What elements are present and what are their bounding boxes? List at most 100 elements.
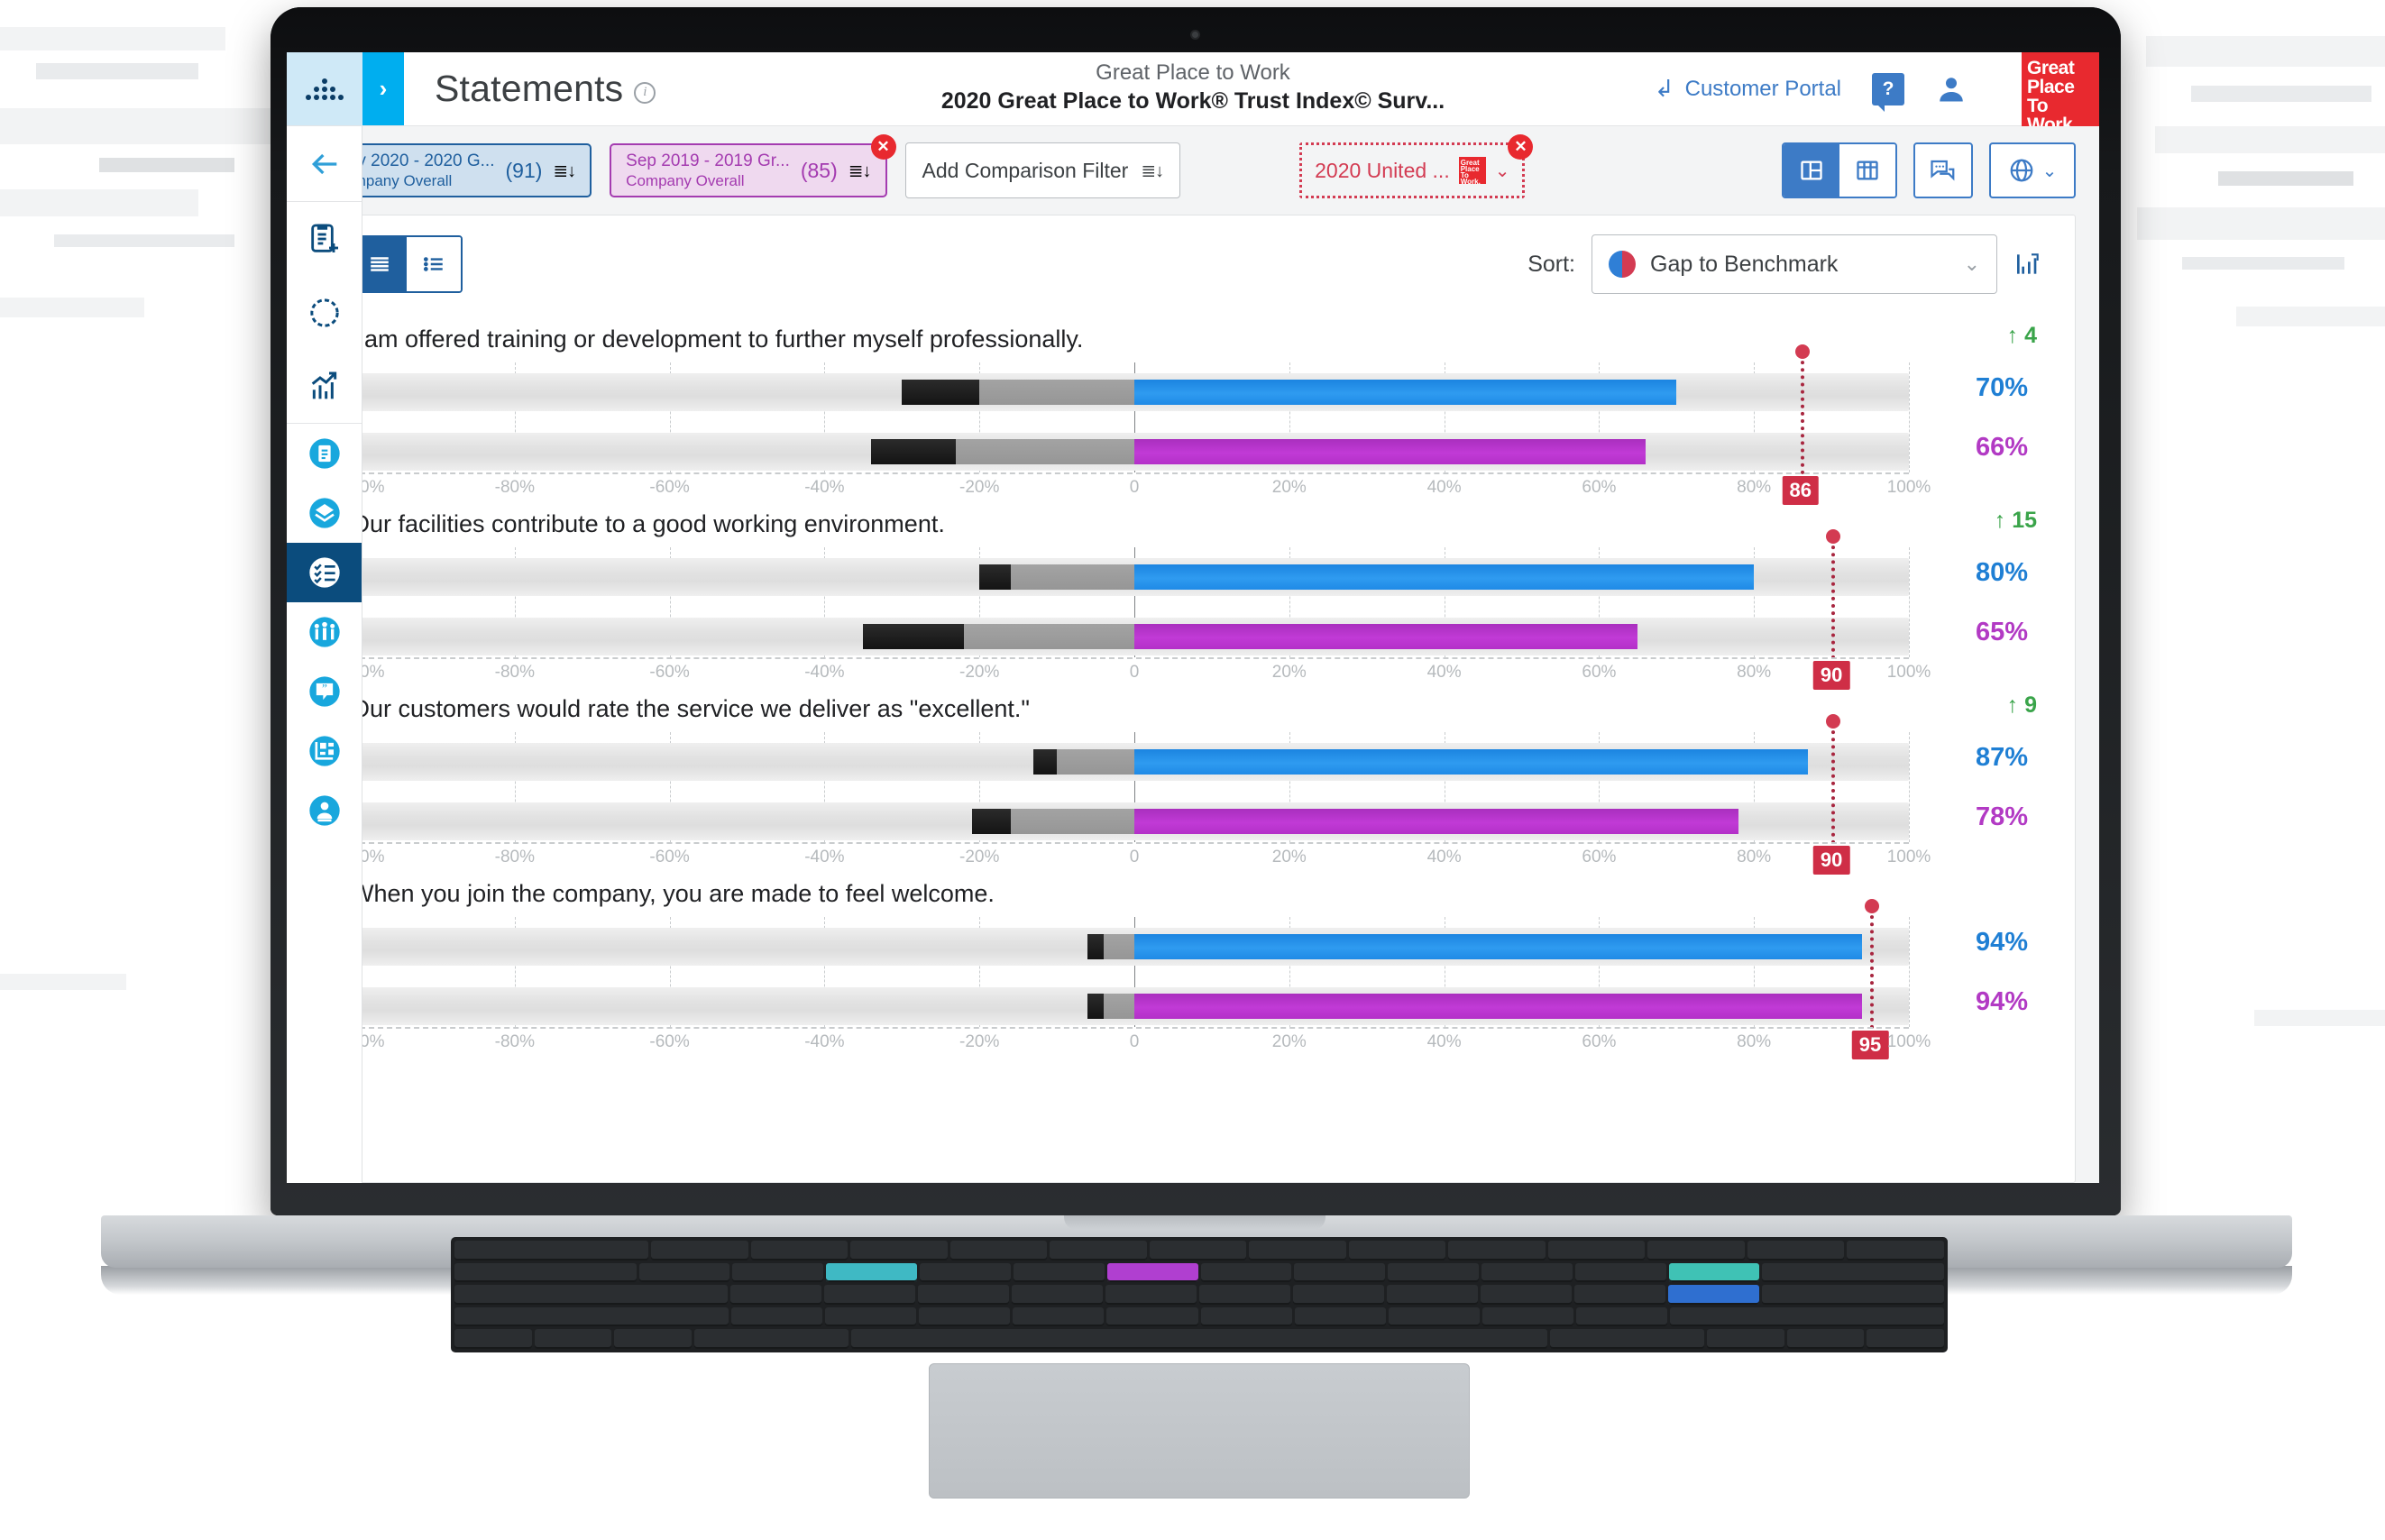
language-selector-button[interactable]: ⌄ [1989, 142, 2076, 198]
axis-tick-label: 20% [1271, 478, 1307, 497]
app-logo[interactable] [287, 52, 362, 125]
previous-percent-label: 94% [1975, 987, 2028, 1016]
statements-list[interactable]: I am offered training or development to … [318, 313, 2075, 1182]
sidebar-item-demographics[interactable] [287, 602, 362, 662]
neutral-segment [964, 624, 1134, 649]
neutral-segment [956, 439, 1134, 464]
filter-sort-icon[interactable]: ≣↓ [849, 160, 872, 182]
positive-segment [1134, 934, 1863, 959]
axis-tick-label: 20% [1271, 663, 1307, 682]
sidebar-back-button[interactable] [287, 126, 362, 202]
dots-logo-icon [306, 78, 344, 100]
chevron-down-icon: ⌄ [1963, 252, 1980, 275]
benchmark-dot-icon [1826, 529, 1841, 544]
neutral-segment [979, 380, 1134, 405]
gridline [1909, 547, 1910, 657]
statement-row[interactable]: Our customers would rate the service we … [318, 683, 2075, 875]
benchmark-selector[interactable]: 2020 United ... Great Place To Work. ⌄ ✕ [1299, 134, 1534, 198]
sidebar-item-survey-create[interactable] [287, 202, 362, 276]
remove-comparison-filter-button[interactable]: ✕ [870, 134, 896, 160]
axis-tick-label: 60% [1582, 1032, 1617, 1051]
benchmark-line [1831, 723, 1836, 844]
chevron-down-icon[interactable]: ⌄ [1495, 160, 1510, 182]
axis-tick-label: 20% [1271, 1032, 1307, 1051]
sort-select[interactable]: Gap to Benchmark ⌄ [1592, 234, 1997, 294]
sidebar-item-profile[interactable] [287, 781, 362, 840]
current-percent-label: 87% [1975, 743, 2028, 772]
current-percent-label: 94% [1975, 928, 2028, 957]
statement-row[interactable]: Our facilities contribute to a good work… [318, 498, 2075, 690]
axis-tick-label: 60% [1582, 663, 1617, 682]
statement-chart: 87%78%90↑ 9-100%-80%-60%-40%-20%020%40%6… [335, 692, 2042, 875]
axis-tick-label: -60% [649, 478, 690, 497]
help-button[interactable]: ? [1872, 72, 1904, 112]
axis-tick-label: 0 [1129, 478, 1140, 497]
add-comparison-filter-button[interactable]: Add Comparison Filter ≣↓ [904, 142, 1181, 198]
axis-tick-label: -80% [494, 1032, 535, 1051]
people-circle-icon [307, 614, 343, 650]
checklist-circle-icon [307, 555, 343, 591]
current-percent-label: 70% [1975, 373, 2028, 402]
sidebar-item-layers[interactable] [287, 483, 362, 543]
statement-text: I am offered training or development to … [351, 325, 1084, 353]
gptw-mini-logo-icon: Great Place To Work. [1458, 157, 1486, 186]
statement-row[interactable]: I am offered training or development to … [318, 313, 2075, 505]
axis-tick-label: 0 [1129, 1032, 1140, 1051]
laptop-mockup: › Statements i Great Place to Work 2020 … [0, 0, 2385, 1540]
remove-benchmark-button[interactable]: ✕ [1508, 134, 1534, 160]
clock-check-icon [307, 295, 343, 331]
neutral-segment [1103, 994, 1134, 1019]
filter-sort-icon[interactable]: ≣↓ [553, 160, 576, 182]
negative-segment [863, 624, 964, 649]
negative-segment [1033, 749, 1058, 775]
axis-tick-label: 80% [1737, 848, 1772, 866]
positive-segment [1134, 809, 1739, 834]
chart-options-button[interactable] [2013, 250, 2042, 279]
return-arrow-icon: ↲ [1654, 75, 1674, 102]
svg-text:”: ” [322, 682, 327, 695]
sidebar-item-analytics[interactable] [287, 350, 362, 424]
axis-tick-label: -40% [804, 478, 845, 497]
previous-period-track [360, 802, 1909, 840]
benchmark-line [1831, 538, 1836, 659]
layout-split-button[interactable] [1784, 144, 1839, 197]
axis-tick-label: 60% [1582, 848, 1617, 866]
content-region: Sort: Gap to Benchmark ⌄ I am offered tr… [287, 215, 2099, 1183]
comparison-filter-chip[interactable]: Sep 2019 - 2019 Gr... Company Overall (8… [610, 134, 896, 197]
info-icon[interactable]: i [634, 81, 656, 104]
list-view-button[interactable] [407, 237, 461, 291]
expand-nav-button[interactable]: › [362, 52, 404, 125]
layout-grid-button[interactable] [1839, 144, 1895, 197]
customer-portal-link[interactable]: ↲ Customer Portal [1655, 75, 1841, 103]
benchmark-line [1800, 353, 1804, 474]
comparison-filter-count: (85) [800, 158, 838, 182]
neutral-segment [1103, 934, 1134, 959]
statement-row[interactable]: When you join the company, you are made … [318, 867, 2075, 1059]
sidebar-item-reports[interactable] [287, 424, 362, 483]
positive-segment [1134, 380, 1677, 405]
sidebar-item-dashboard[interactable] [287, 721, 362, 781]
previous-period-track [360, 987, 1909, 1025]
sidebar-item-survey-status[interactable] [287, 276, 362, 350]
neutral-segment [1057, 749, 1134, 775]
arrow-up-icon: ↑ [1994, 508, 2006, 533]
axis-tick-label: -40% [804, 1032, 845, 1051]
benchmark-dot-icon [1794, 344, 1810, 359]
gridline [1909, 362, 1910, 472]
filter-toolbar: May 2020 - 2020 G... Company Overall (91… [287, 126, 2099, 215]
user-account-icon[interactable] [1935, 73, 1968, 105]
axis-tick-label: -80% [494, 848, 535, 866]
quote-circle-icon: ” [307, 674, 343, 710]
sidebar-item-statements[interactable] [287, 543, 362, 602]
laptop-notch [1064, 1215, 1326, 1230]
current-period-track [360, 743, 1909, 781]
positive-segment [1134, 749, 1809, 775]
add-comparison-filter-label: Add Comparison Filter [922, 158, 1129, 182]
arrow-up-icon: ↑ [2006, 692, 2019, 718]
sidebar-item-comments[interactable]: ” [287, 662, 362, 721]
neutral-segment [1010, 809, 1134, 834]
chart-plot-area: 70% 66% 86 ↑ 4 [360, 323, 2037, 505]
previous-percent-label: 65% [1975, 618, 2028, 646]
gptw-brand-logo: Great Place To Work. [2022, 52, 2099, 134]
comments-button[interactable] [1913, 142, 1973, 198]
